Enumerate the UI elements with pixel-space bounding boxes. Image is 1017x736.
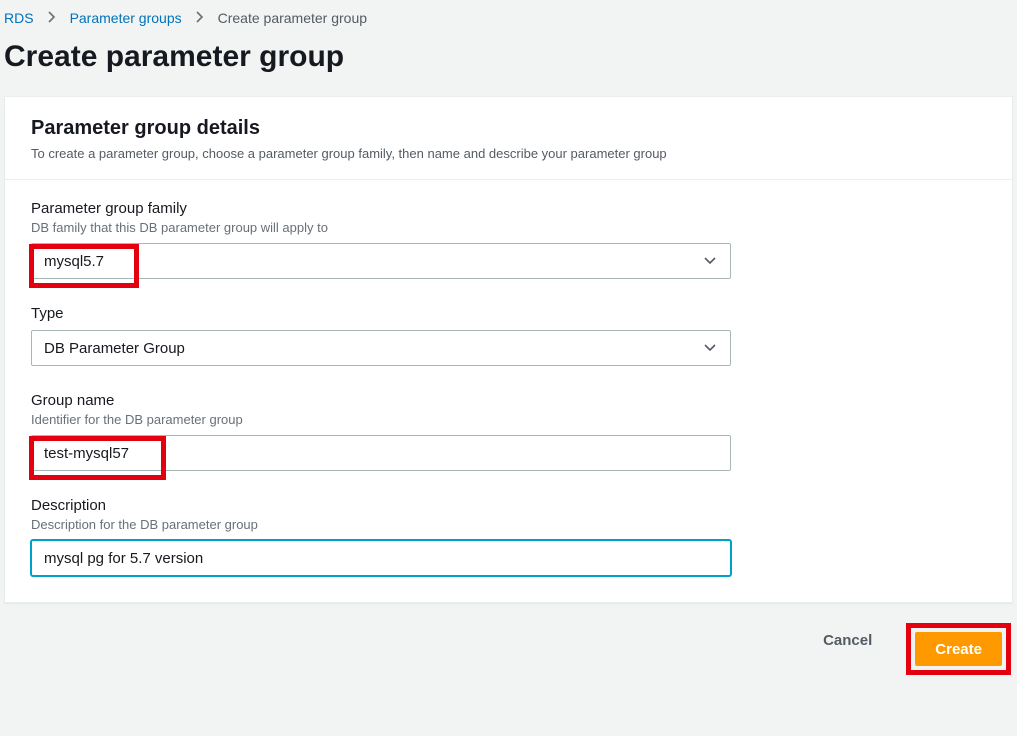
description-input[interactable]: [31, 540, 731, 576]
group-name-input[interactable]: [31, 435, 731, 471]
field-help: DB family that this DB parameter group w…: [31, 220, 986, 235]
field-help: Description for the DB parameter group: [31, 517, 986, 532]
create-button[interactable]: Create: [915, 632, 1002, 666]
field-parameter-group-family: Parameter group family DB family that th…: [31, 200, 986, 279]
page-title: Create parameter group: [0, 36, 1017, 96]
field-label: Parameter group family: [31, 200, 986, 217]
panel-description: To create a parameter group, choose a pa…: [31, 146, 986, 161]
type-select[interactable]: DB Parameter Group: [31, 330, 731, 366]
field-label: Description: [31, 497, 986, 514]
highlight-box: Create: [906, 623, 1011, 675]
caret-down-icon: [704, 252, 716, 270]
breadcrumb-parameter-groups[interactable]: Parameter groups: [70, 10, 182, 26]
field-label: Type: [31, 305, 986, 322]
select-value: DB Parameter Group: [44, 340, 185, 357]
field-label: Group name: [31, 392, 986, 409]
panel-title: Parameter group details: [31, 117, 986, 140]
chevron-right-icon: [196, 10, 204, 26]
breadcrumb-current: Create parameter group: [218, 10, 367, 26]
panel-body: Parameter group family DB family that th…: [5, 180, 1012, 602]
caret-down-icon: [704, 339, 716, 357]
field-type: Type DB Parameter Group: [31, 305, 986, 366]
chevron-right-icon: [48, 10, 56, 26]
panel-header: Parameter group details To create a para…: [5, 97, 1012, 180]
breadcrumb-rds[interactable]: RDS: [4, 10, 34, 26]
footer-actions: Cancel Create: [0, 603, 1017, 675]
field-help: Identifier for the DB parameter group: [31, 412, 986, 427]
field-description: Description Description for the DB param…: [31, 497, 986, 576]
parameter-group-family-select[interactable]: mysql5.7: [31, 243, 731, 279]
select-value: mysql5.7: [44, 253, 104, 270]
field-group-name: Group name Identifier for the DB paramet…: [31, 392, 986, 471]
breadcrumb: RDS Parameter groups Create parameter gr…: [0, 0, 1017, 36]
cancel-button[interactable]: Cancel: [803, 623, 892, 657]
parameter-group-panel: Parameter group details To create a para…: [4, 96, 1013, 603]
